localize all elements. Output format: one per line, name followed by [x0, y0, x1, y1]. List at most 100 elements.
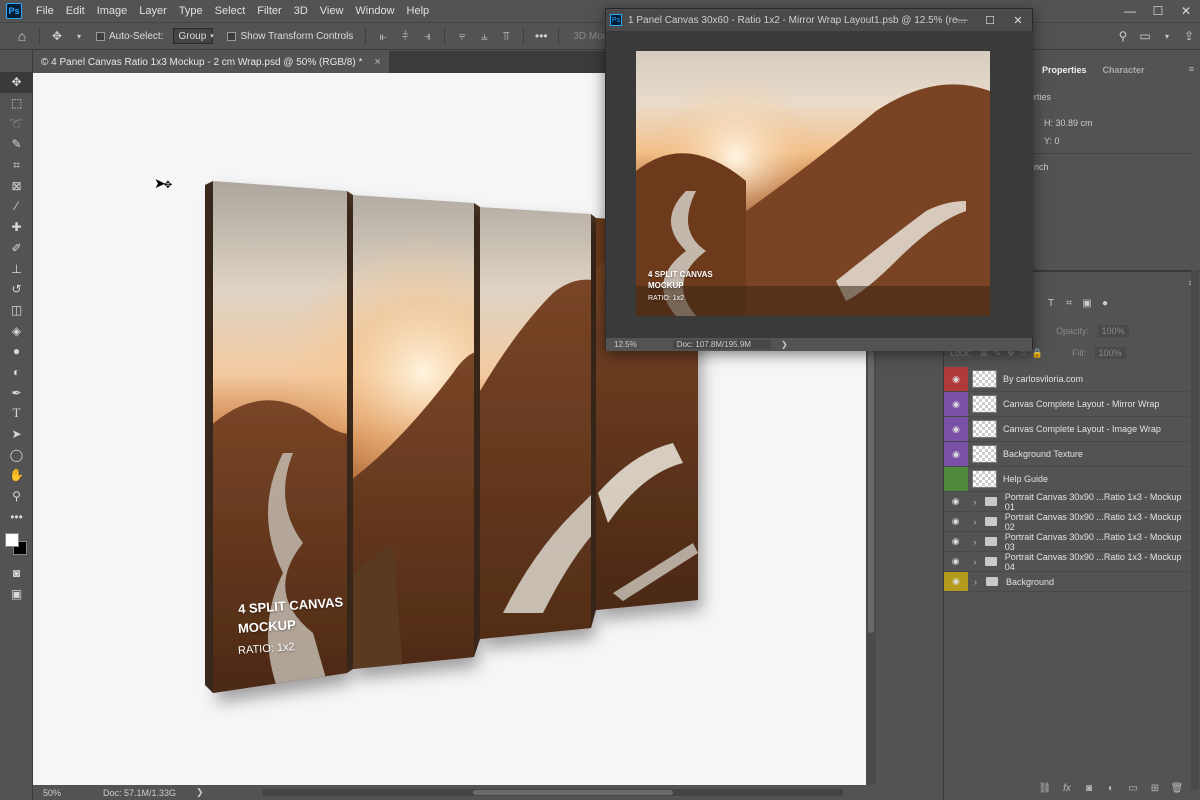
link-layers-icon[interactable]: ⛓	[1034, 783, 1056, 794]
adjustment-layer-icon[interactable]: ◐	[1100, 783, 1122, 794]
visibility-eye-icon[interactable]: ◉	[944, 492, 967, 511]
visibility-eye-icon[interactable]: ◉	[944, 512, 967, 531]
marquee-tool-icon[interactable]: ⬚	[0, 93, 33, 114]
height-value[interactable]: H: 30.89 cm	[1044, 118, 1093, 128]
layer-row[interactable]: ◉ › Background	[944, 572, 1189, 592]
blur-tool-icon[interactable]: ●	[0, 341, 33, 362]
home-icon[interactable]: ⌂	[14, 28, 30, 44]
visibility-eye-icon[interactable]: ◉	[944, 572, 968, 591]
auto-select-option[interactable]: Auto-Select:	[96, 31, 163, 42]
share-icon[interactable]: ⇪	[1181, 28, 1197, 44]
floating-window-titlebar[interactable]: Ps 1 Panel Canvas 30x60 - Ratio 1x2 - Mi…	[606, 9, 1032, 31]
visibility-eye-icon[interactable]: ◉	[944, 552, 967, 571]
foreground-color-swatch[interactable]	[5, 533, 19, 548]
menu-view[interactable]: View	[314, 0, 350, 22]
quick-select-tool-icon[interactable]: ✎	[0, 134, 33, 155]
align-bottom-icon[interactable]: ⫪	[498, 28, 514, 44]
opacity-field[interactable]: 100%	[1097, 325, 1129, 337]
menu-3d[interactable]: 3D	[288, 0, 314, 22]
type-filter-icon[interactable]: T	[1042, 298, 1060, 309]
chevron-right-icon[interactable]: ›	[973, 537, 983, 547]
visibility-eye-icon[interactable]: ◉	[944, 417, 968, 441]
zoom-tool-icon[interactable]: ⚲	[0, 486, 33, 507]
y-value[interactable]: Y: 0	[1044, 136, 1060, 146]
floating-window-canvas[interactable]: 4 SPLIT CANVAS MOCKUP RATIO: 1x2	[607, 31, 1033, 338]
dodge-tool-icon[interactable]: ◐	[0, 362, 33, 383]
workspace-icon[interactable]: ▭	[1137, 28, 1153, 44]
align-right-icon[interactable]: ⫣	[419, 28, 435, 44]
color-swatches[interactable]	[0, 527, 32, 563]
menu-select[interactable]: Select	[209, 0, 252, 22]
path-selection-tool-icon[interactable]: ➤	[0, 424, 33, 445]
screen-mode-icon[interactable]: ▣	[0, 584, 33, 605]
layer-row[interactable]: ◉ › Portrait Canvas 30x90 ...Ratio 1x3 - M…	[944, 532, 1189, 552]
restore-button[interactable]: ☐	[1144, 0, 1172, 22]
floating-document-window[interactable]: Ps 1 Panel Canvas 30x60 - Ratio 1x2 - Mi…	[605, 8, 1033, 351]
panel-menu-icon[interactable]: ≡	[1189, 64, 1194, 74]
new-group-icon[interactable]: ▭	[1122, 783, 1144, 794]
restore-button[interactable]: ☐	[976, 9, 1004, 31]
minimize-button[interactable]: —	[948, 9, 976, 31]
status-arrow-icon[interactable]: ❯	[781, 340, 788, 349]
chevron-right-icon[interactable]: ›	[974, 577, 984, 587]
shape-filter-icon[interactable]: ⌗	[1060, 298, 1078, 309]
show-transform-checkbox[interactable]	[227, 31, 237, 41]
visibility-eye-icon[interactable]	[944, 467, 968, 491]
healing-brush-tool-icon[interactable]: ✚	[0, 217, 33, 238]
history-brush-tool-icon[interactable]: ↺	[0, 279, 33, 300]
edit-toolbar-icon[interactable]: •••	[0, 506, 33, 527]
auto-select-checkbox[interactable]	[96, 31, 105, 41]
fx-icon[interactable]: fx	[1056, 783, 1078, 794]
show-transform-option[interactable]: Show Transform Controls	[227, 31, 353, 42]
quick-mask-icon[interactable]: ◙	[0, 563, 33, 584]
chevron-right-icon[interactable]: ›	[973, 517, 983, 527]
layer-row[interactable]: ◉ › Portrait Canvas 30x90 ...Ratio 1x3 - M…	[944, 552, 1189, 572]
clone-stamp-tool-icon[interactable]: ⊥	[0, 258, 33, 279]
fill-field[interactable]: 100%	[1094, 347, 1126, 359]
align-center-icon[interactable]: ⫩	[397, 28, 413, 44]
menu-help[interactable]: Help	[401, 0, 436, 22]
menu-layer[interactable]: Layer	[133, 0, 173, 22]
chevron-right-icon[interactable]: ›	[973, 557, 983, 567]
lasso-tool-icon[interactable]: ➰	[0, 113, 33, 134]
search-icon[interactable]: ⚲	[1115, 28, 1131, 44]
zoom-level[interactable]: 50%	[33, 788, 83, 798]
menu-type[interactable]: Type	[173, 0, 209, 22]
menu-edit[interactable]: Edit	[60, 0, 91, 22]
menu-image[interactable]: Image	[91, 0, 134, 22]
new-layer-icon[interactable]: ⊞	[1144, 783, 1166, 794]
layer-row[interactable]: ◉ Background Texture	[944, 442, 1189, 467]
eyedropper-tool-icon[interactable]: ⁄	[0, 196, 33, 217]
minimize-button[interactable]: —	[1116, 0, 1144, 22]
document-tab[interactable]: © 4 Panel Canvas Ratio 1x3 Mockup - 2 cm…	[33, 51, 389, 73]
close-button[interactable]: ✕	[1172, 0, 1200, 22]
more-options-icon[interactable]: •••	[533, 28, 549, 44]
menu-window[interactable]: Window	[349, 0, 400, 22]
chevron-right-icon[interactable]: ›	[973, 497, 983, 507]
filter-toggle-icon[interactable]: ●	[1096, 298, 1114, 309]
tab-character[interactable]: Character	[1095, 60, 1153, 80]
smart-object-filter-icon[interactable]: ▣	[1078, 298, 1096, 309]
menu-filter[interactable]: Filter	[251, 0, 287, 22]
auto-select-dropdown[interactable]: Group ▾	[173, 28, 214, 44]
align-middle-icon[interactable]: ⫨	[476, 28, 492, 44]
menu-file[interactable]: File	[30, 0, 60, 22]
move-tool-icon[interactable]: ✥	[0, 72, 33, 93]
pen-tool-icon[interactable]: ✒	[0, 382, 33, 403]
align-top-icon[interactable]: ⫧	[454, 28, 470, 44]
status-arrow-icon[interactable]: ❯	[196, 787, 204, 798]
chevron-down-icon[interactable]: ▾	[71, 28, 87, 44]
layer-row[interactable]: ◉ Canvas Complete Layout - Image Wrap	[944, 417, 1189, 442]
close-button[interactable]: ✕	[1004, 9, 1032, 31]
layers-scrollbar[interactable]	[1191, 270, 1199, 790]
paint-bucket-tool-icon[interactable]: ◈	[0, 320, 33, 341]
tab-properties[interactable]: Properties	[1034, 60, 1095, 80]
visibility-eye-icon[interactable]: ◉	[944, 367, 968, 391]
layer-row[interactable]: ◉ Canvas Complete Layout - Mirror Wrap	[944, 392, 1189, 417]
visibility-eye-icon[interactable]: ◉	[944, 392, 968, 416]
frame-tool-icon[interactable]: ⊠	[0, 175, 33, 196]
visibility-eye-icon[interactable]: ◉	[944, 442, 968, 466]
type-tool-icon[interactable]: T	[0, 403, 33, 424]
floating-zoom-level[interactable]: 12.5%	[614, 340, 637, 349]
visibility-eye-icon[interactable]: ◉	[944, 532, 967, 551]
